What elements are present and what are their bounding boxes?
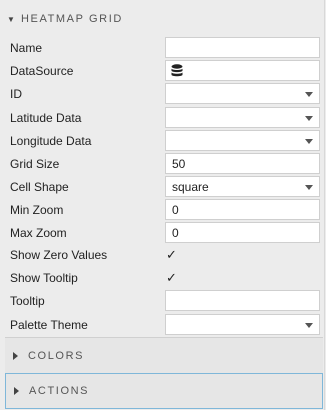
show-tooltip-label: Show Tooltip bbox=[10, 270, 78, 285]
palette-theme-row: Palette Theme bbox=[0, 313, 324, 336]
tooltip-row: Tooltip bbox=[0, 289, 324, 312]
properties-panel: ▼ HEATMAP GRID Name DataSource ID Latitu… bbox=[0, 0, 325, 410]
show-tooltip-checkbox[interactable]: ✓ bbox=[166, 270, 177, 286]
id-label: ID bbox=[10, 86, 22, 101]
expand-arrow-icon bbox=[13, 351, 18, 360]
palette-theme-select[interactable] bbox=[165, 314, 320, 335]
name-input[interactable] bbox=[165, 37, 320, 58]
section-title: HEATMAP GRID bbox=[21, 13, 123, 25]
name-label: Name bbox=[10, 40, 43, 55]
latitude-label: Latitude Data bbox=[10, 110, 82, 125]
id-select[interactable] bbox=[165, 83, 320, 104]
chevron-down-icon bbox=[305, 139, 313, 144]
chevron-down-icon bbox=[305, 185, 313, 190]
min-zoom-row: Min Zoom 0 bbox=[0, 198, 324, 221]
grid-size-input[interactable]: 50 bbox=[165, 153, 320, 174]
show-zero-values-label: Show Zero Values bbox=[10, 247, 108, 262]
actions-section-title: ACTIONS bbox=[29, 385, 90, 397]
tooltip-input[interactable] bbox=[165, 290, 320, 311]
max-zoom-input[interactable]: 0 bbox=[165, 222, 320, 243]
latitude-row: Latitude Data bbox=[0, 106, 324, 129]
colors-section-title: COLORS bbox=[28, 349, 85, 362]
latitude-select[interactable] bbox=[165, 107, 320, 128]
longitude-select[interactable] bbox=[165, 130, 320, 151]
chevron-down-icon bbox=[305, 92, 313, 97]
cell-shape-row: Cell Shape square bbox=[0, 175, 324, 198]
min-zoom-label: Min Zoom bbox=[10, 202, 64, 217]
database-icon bbox=[171, 64, 183, 77]
actions-section-header[interactable]: ACTIONS bbox=[5, 373, 323, 409]
chevron-down-icon bbox=[305, 323, 313, 328]
chevron-down-icon bbox=[305, 116, 313, 121]
id-row: ID bbox=[0, 82, 324, 105]
show-tooltip-row: Show Tooltip ✓ bbox=[0, 266, 324, 289]
max-zoom-label: Max Zoom bbox=[10, 225, 67, 240]
palette-theme-label: Palette Theme bbox=[10, 317, 88, 332]
longitude-row: Longitude Data bbox=[0, 129, 324, 152]
show-zero-values-row: Show Zero Values ✓ bbox=[0, 243, 324, 266]
cell-shape-label: Cell Shape bbox=[10, 179, 69, 194]
datasource-label: DataSource bbox=[10, 63, 74, 78]
heatmap-grid-section-header[interactable]: ▼ HEATMAP GRID bbox=[0, 2, 324, 36]
name-row: Name bbox=[0, 36, 324, 59]
datasource-row: DataSource bbox=[0, 59, 324, 82]
show-zero-values-checkbox[interactable]: ✓ bbox=[166, 247, 177, 263]
collapse-arrow-icon: ▼ bbox=[7, 14, 17, 24]
max-zoom-row: Max Zoom 0 bbox=[0, 221, 324, 244]
min-zoom-input[interactable]: 0 bbox=[165, 199, 320, 220]
cell-shape-select[interactable]: square bbox=[165, 176, 320, 197]
colors-section-header[interactable]: COLORS bbox=[5, 337, 323, 373]
grid-size-row: Grid Size 50 bbox=[0, 152, 324, 175]
grid-size-label: Grid Size bbox=[10, 156, 60, 171]
datasource-input[interactable] bbox=[165, 60, 320, 81]
expand-arrow-icon bbox=[14, 387, 19, 395]
tooltip-label: Tooltip bbox=[10, 293, 45, 308]
longitude-label: Longitude Data bbox=[10, 133, 92, 148]
